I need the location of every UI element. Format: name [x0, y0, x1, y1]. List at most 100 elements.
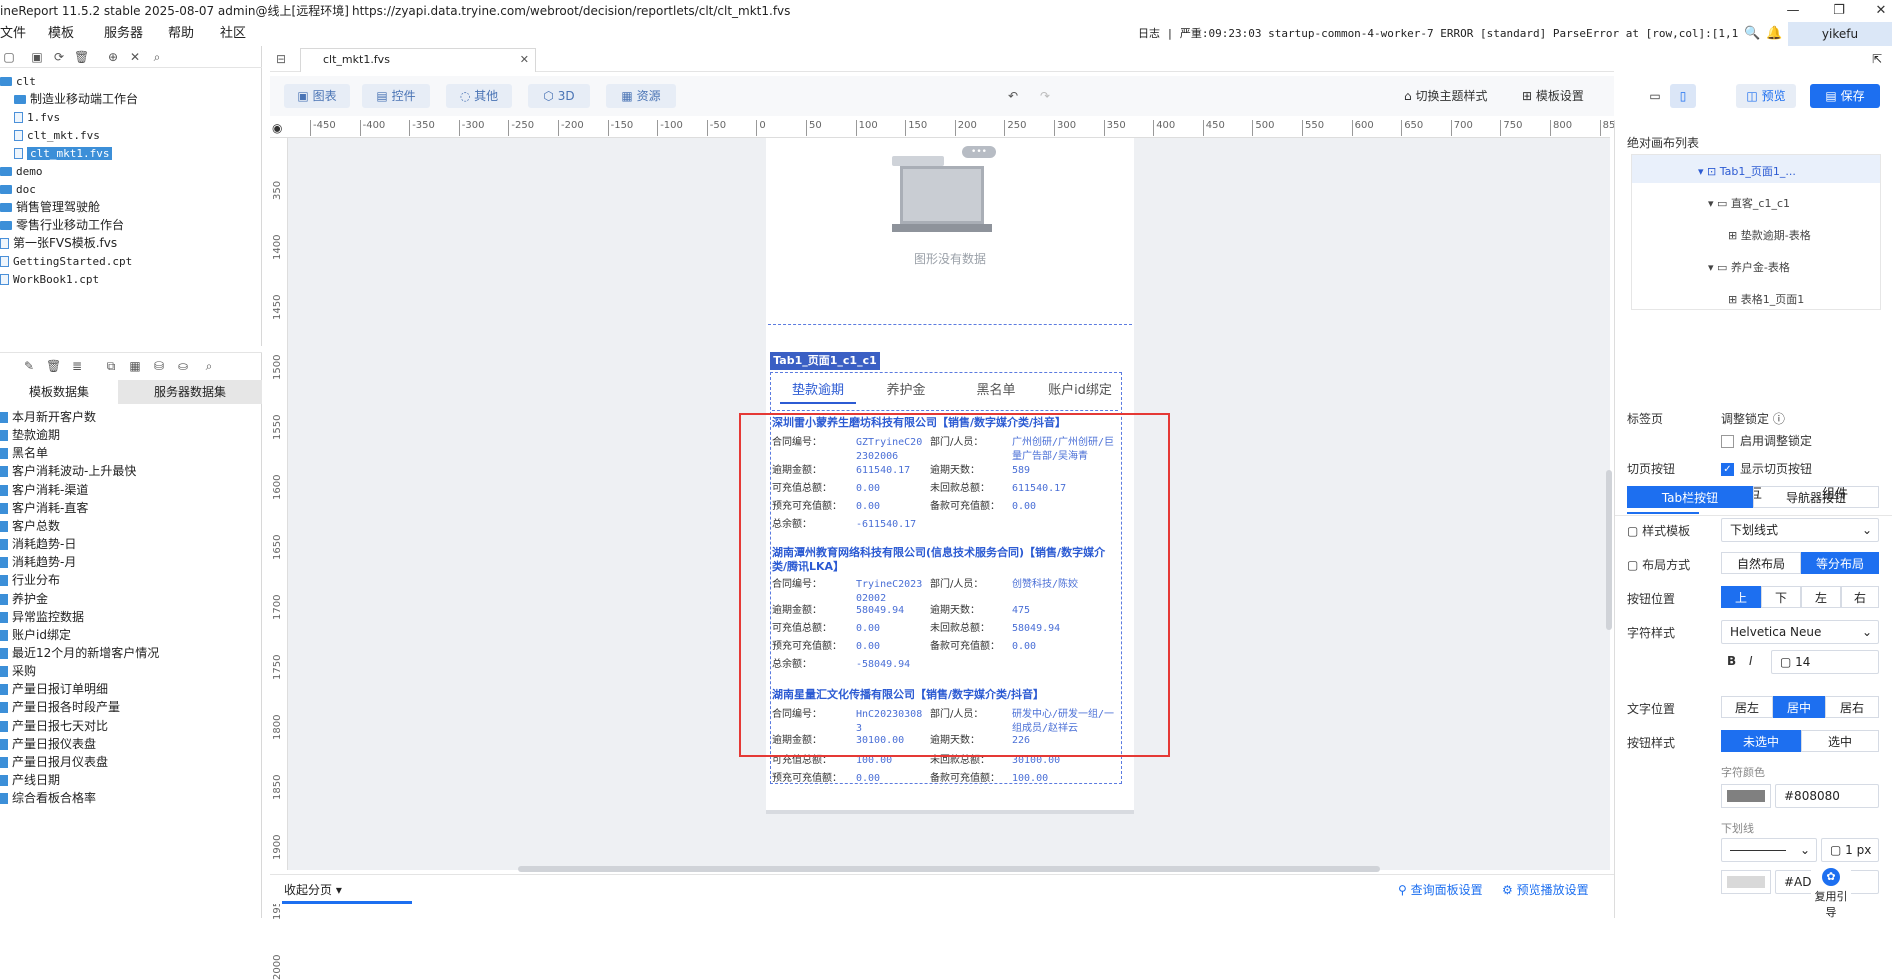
new-file-icon[interactable]: ▢	[2, 50, 16, 64]
dataset-item[interactable]: 客户消耗波动-上升最快	[0, 462, 136, 480]
template-settings-button[interactable]: ⊞ 模板设置	[1522, 84, 1584, 108]
db-add-icon[interactable]: ⛁	[152, 359, 166, 373]
underline-width-input[interactable]: ▢ 1 px	[1821, 838, 1879, 862]
tree-node-maintenance-table[interactable]: ▾ ▭ 养户金-表格	[1708, 259, 1790, 275]
text-align-left[interactable]: 居左	[1721, 696, 1773, 718]
dataset-item[interactable]: 产量日报仪表盘	[0, 735, 96, 753]
db-remove-icon[interactable]: ⛀	[176, 359, 190, 373]
dataset-item[interactable]: 客户总数	[0, 517, 60, 535]
dataset-item[interactable]: 本月新开客户数	[0, 408, 96, 426]
search-icon[interactable]: ⌕	[150, 50, 164, 64]
tab-blacklist[interactable]: 黑名单	[958, 378, 1034, 404]
position-left[interactable]: 左	[1801, 586, 1841, 608]
font-family-select[interactable]: Helvetica Neue ⌄	[1721, 620, 1879, 644]
tab-maintenance[interactable]: 养护金	[868, 378, 944, 404]
horizontal-scrollbar[interactable]	[518, 866, 1380, 872]
menu-community[interactable]: 社区	[220, 22, 246, 46]
tree-file[interactable]: 1.fvs	[14, 108, 60, 126]
show-switch-checkbox[interactable]: ✓ 显示切页按钮	[1721, 460, 1812, 477]
preview-button[interactable]: ◫ 预览	[1736, 84, 1796, 108]
eye-icon[interactable]: ◉	[272, 121, 282, 135]
dataset-item[interactable]: 采购	[0, 662, 36, 680]
bell-icon[interactable]: 🔔	[1766, 22, 1782, 46]
state-unselected[interactable]: 未选中	[1721, 730, 1801, 752]
bold-button[interactable]: B	[1727, 654, 1736, 668]
desktop-view-icon[interactable]: ▭	[1642, 84, 1668, 108]
page-tab-indicator[interactable]	[282, 901, 412, 904]
dataset-item[interactable]: 产量日报订单明细	[0, 680, 108, 698]
copy-icon[interactable]: ⧉	[104, 359, 118, 373]
tree-file[interactable]: GettingStarted.cpt	[0, 252, 132, 270]
dataset-item[interactable]: 异常监控数据	[0, 608, 84, 626]
position-right[interactable]: 右	[1841, 586, 1879, 608]
delete-icon[interactable]: 🗑	[46, 359, 61, 373]
dataset-item[interactable]: 产量日报各时段产量	[0, 698, 120, 716]
dataset-item[interactable]: 客户消耗-渠道	[0, 481, 88, 499]
undo-icon[interactable]: ↶	[1008, 84, 1018, 108]
enable-adjust-lock-checkbox[interactable]: 启用调整锁定	[1721, 432, 1812, 449]
tree-node-table1[interactable]: ⊞ 表格1_页面1	[1728, 291, 1804, 307]
tab-account-binding[interactable]: 账户id绑定	[1040, 378, 1120, 404]
layout-equal-option[interactable]: 等分布局	[1801, 552, 1879, 574]
menu-file[interactable]: 文件	[0, 22, 26, 46]
position-top[interactable]: 上	[1721, 586, 1761, 608]
layout-icon[interactable]: ⊟	[276, 52, 286, 66]
dataset-item[interactable]: 产量日报七天对比	[0, 717, 108, 735]
preview-play-settings-button[interactable]: ⚙ 预览播放设置	[1502, 881, 1589, 898]
menu-template[interactable]: 模板	[48, 22, 74, 46]
close-button[interactable]: ✕	[1858, 0, 1892, 22]
preview-icon[interactable]: ▦	[128, 359, 142, 373]
database-icon[interactable]: ≣	[70, 359, 84, 373]
selected-widget-label[interactable]: Tab1_页面1_c1_c1	[770, 352, 880, 370]
redo-icon[interactable]: ↷	[1040, 84, 1050, 108]
user-name[interactable]: yikefu	[1788, 22, 1892, 46]
dataset-item[interactable]: 消耗趋势-月	[0, 553, 76, 571]
edit-icon[interactable]: ✎	[22, 359, 36, 373]
vertical-scrollbar[interactable]	[1606, 470, 1612, 630]
save-button[interactable]: ▤ 保存	[1810, 84, 1880, 108]
position-bottom[interactable]: 下	[1761, 586, 1801, 608]
state-selected[interactable]: 选中	[1801, 730, 1879, 752]
underline-color-swatch[interactable]	[1721, 870, 1771, 894]
font-color-swatch[interactable]	[1721, 784, 1771, 808]
tree-folder[interactable]: doc	[0, 180, 36, 198]
navigator-button-option[interactable]: 导航器按钮	[1753, 486, 1879, 508]
reuse-guide-button[interactable]: ✿ 复用引导	[1811, 866, 1851, 919]
tab-template-dataset[interactable]: 模板数据集	[0, 380, 118, 404]
tree-file[interactable]: 第一张FVS模板.fvs	[0, 234, 117, 252]
tree-node-direct[interactable]: ▾ ▭ 直客_c1_c1	[1708, 195, 1790, 211]
log-message[interactable]: 日志 | 严重:09:23:03 startup-common-4-worker…	[1138, 22, 1738, 46]
search-icon[interactable]: 🔍	[1744, 22, 1760, 46]
tree-node-tab1[interactable]: ▾ ⊡ Tab1_页面1_...	[1698, 163, 1796, 179]
dataset-item[interactable]: 综合看板合格率	[0, 789, 96, 807]
dataset-item[interactable]: 黑名单	[0, 444, 48, 462]
tree-folder[interactable]: 制造业移动端工作台	[14, 90, 138, 108]
italic-button[interactable]: I	[1749, 654, 1753, 668]
menu-help[interactable]: 帮助	[168, 22, 194, 46]
close-icon[interactable]: ✕	[520, 49, 529, 71]
style-template-select[interactable]: 下划线式 ⌄	[1721, 518, 1879, 542]
3d-button[interactable]: ⬡ 3D	[528, 84, 590, 108]
tree-file[interactable]: WorkBook1.cpt	[0, 270, 99, 288]
open-file-icon[interactable]: ▣	[30, 50, 44, 64]
dataset-item[interactable]: 消耗趋势-日	[0, 535, 76, 553]
underline-style-select[interactable]: ⌄	[1721, 838, 1817, 862]
chart-button[interactable]: ▣ 图表	[284, 84, 350, 108]
locate-icon[interactable]: ⊕	[106, 50, 120, 64]
dataset-item[interactable]: 产量日报月仪表盘	[0, 753, 108, 771]
tree-folder[interactable]: 销售管理驾驶舱	[0, 198, 100, 216]
tree-file[interactable]: clt_mkt1.fvs	[14, 144, 113, 162]
widget-button[interactable]: ▤ 控件	[362, 84, 430, 108]
tab-bar-button-option[interactable]: Tab栏按钮	[1627, 486, 1753, 508]
resource-button[interactable]: ▦ 资源	[606, 84, 676, 108]
dataset-item[interactable]: 垫款逾期	[0, 426, 60, 444]
dataset-item[interactable]: 养护金	[0, 590, 48, 608]
tree-node-overdue-table[interactable]: ⊞ 垫款逾期-表格	[1728, 227, 1811, 243]
font-size-input[interactable]: ▢ 14	[1771, 650, 1879, 674]
collapse-icon[interactable]: ✕	[128, 50, 142, 64]
refresh-icon[interactable]: ⟳	[52, 50, 66, 64]
tab-server-dataset[interactable]: 服务器数据集	[118, 380, 262, 404]
dataset-item[interactable]: 账户id绑定	[0, 626, 71, 644]
search-icon[interactable]: ⌕	[202, 359, 216, 373]
collapse-paging-button[interactable]: 收起分页 ▾	[284, 881, 342, 898]
